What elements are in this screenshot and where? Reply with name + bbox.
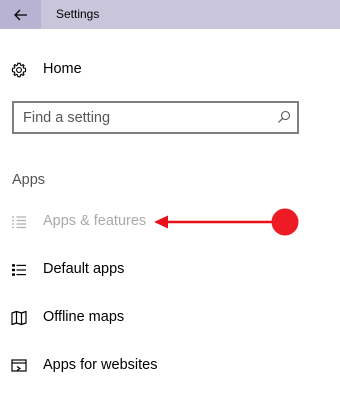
arrow-head	[154, 215, 168, 229]
annotation-arrow	[154, 208, 299, 236]
annotation-dot	[271, 208, 299, 236]
